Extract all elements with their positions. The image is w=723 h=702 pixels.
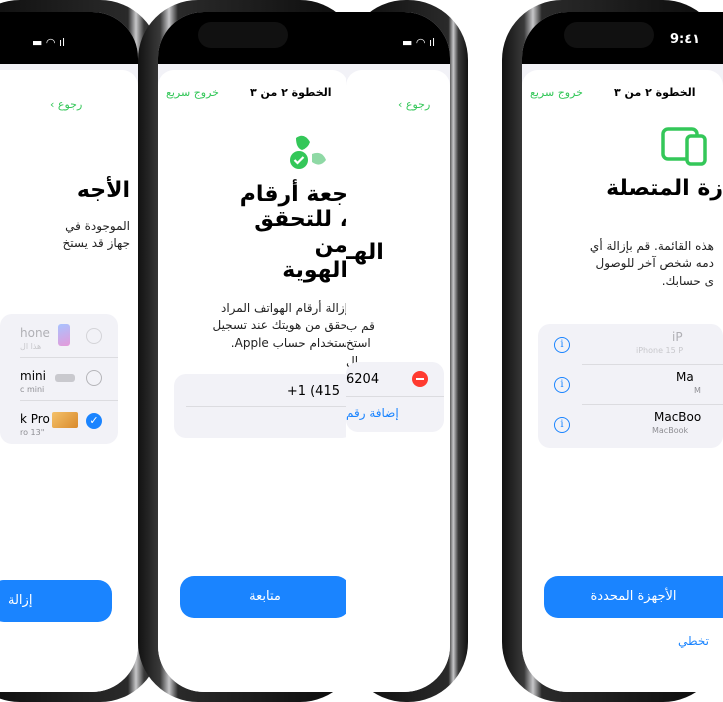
page-description: هذه القائمة. قم بإزالة أي دمه شخص آخر لل…: [589, 239, 714, 288]
info-icon[interactable]: i: [554, 377, 570, 393]
step-indicator: الخطوة ٢ من ٣: [614, 86, 696, 99]
status-time: 9:٤١: [670, 32, 701, 47]
phone-3-screen: ▬ ◠ ıl ‹ رجوع الهـ قم ب استخ ال 6204 إضا…: [346, 12, 450, 692]
device-checkbox[interactable]: [86, 370, 102, 386]
step-indicator: الخطوة ٢ من ٣: [250, 86, 332, 99]
page-title: الأجه: [76, 178, 130, 203]
add-number-link[interactable]: إضافة رقم: [346, 406, 399, 420]
phone-check-icon: [286, 132, 330, 172]
device-checkbox[interactable]: [86, 328, 102, 344]
device-subtitle: هذا ال: [20, 342, 42, 351]
phone-number: 6204: [346, 372, 380, 387]
status-bar: [158, 12, 348, 64]
delete-number-icon[interactable]: [412, 371, 428, 387]
wifi-signal-icon: ▬ ◠ ıl: [402, 36, 436, 49]
remove-button[interactable]: إزالة: [0, 580, 112, 622]
sheet: خروج سريع الخطوة ٢ من ٣ زة المتصلة هذه ا…: [522, 70, 723, 692]
phone-4-screen: 9:٤١ خروج سريع الخطوة ٢ من ٣ زة المتصلة …: [522, 12, 723, 692]
page-title: الهـ: [346, 240, 384, 265]
iphone-icon: [58, 324, 70, 346]
phone-number: +1 (415: [286, 384, 340, 399]
device-subtitle: MacBook: [652, 426, 689, 435]
dynamic-island: [198, 22, 288, 48]
phone-left-screen: ▬ ◠ ıl ‹ رجوع الأجه الموجودة في جهاز قد …: [0, 12, 138, 692]
back-link[interactable]: ‹ رجوع: [50, 98, 82, 111]
sheet: خروج سريع الخطوة ٢ من ٣ جعة أرقام ، للتح…: [158, 70, 348, 692]
sheet: ‹ رجوع الهـ قم ب استخ ال 6204 إضافة رقم: [346, 70, 450, 692]
phone-number-list: 6204 إضافة رقم: [346, 362, 444, 432]
device-subtitle: M: [694, 386, 701, 395]
macbook-icon: [52, 412, 78, 428]
status-bar: 9:٤١: [522, 12, 723, 64]
dynamic-island: [564, 22, 654, 48]
device-name: Ma: [676, 370, 694, 384]
status-bar: ▬ ◠ ıl: [0, 12, 138, 64]
quick-exit-link[interactable]: خروج سريع: [166, 86, 219, 99]
skip-link[interactable]: تخطي: [678, 634, 709, 648]
phone-left: ▬ ◠ ıl ‹ رجوع الأجه الموجودة في جهاز قد …: [0, 0, 160, 702]
remove-selected-devices-button[interactable]: الأجهزة المحددة: [544, 576, 723, 618]
device-subtitle: ro 13": [20, 428, 45, 437]
page-title: جعة أرقام ، للتحقق من الهوية: [239, 182, 348, 283]
device-name: k Pro: [20, 412, 50, 426]
mac-mini-icon: [55, 374, 75, 382]
devices-icon: [660, 126, 710, 166]
sheet: ‹ رجوع الأجه الموجودة في جهاز قد يستخ ho…: [0, 70, 138, 692]
wifi-signal-icon: ▬ ◠ ıl: [32, 36, 66, 49]
device-name: hone: [20, 326, 50, 340]
continue-button[interactable]: متابعة: [180, 576, 348, 618]
device-list: i iP iPhone 15 P Ma M MacBoo MacBook i i: [538, 324, 723, 448]
phone-3: ▬ ◠ ıl ‹ رجوع الهـ قم ب استخ ال 6204 إضا…: [346, 0, 468, 702]
info-icon[interactable]: i: [554, 417, 570, 433]
device-subtitle: iPhone 15 P: [636, 346, 684, 355]
page-title: زة المتصلة: [606, 176, 723, 201]
device-list: hone هذا ال mini c mini k Pro ro 13" ✓: [0, 314, 118, 444]
device-name: iP: [672, 330, 683, 344]
page-description: الموجودة في جهاز قد يستخ: [62, 219, 130, 251]
device-checkbox[interactable]: ✓: [86, 413, 102, 429]
back-link[interactable]: ‹ رجوع: [398, 98, 430, 111]
device-name: MacBoo: [654, 410, 702, 424]
phone-2-screen: خروج سريع الخطوة ٢ من ٣ جعة أرقام ، للتح…: [158, 12, 348, 692]
quick-exit-link[interactable]: خروج سريع: [530, 86, 583, 99]
status-bar: ▬ ◠ ıl: [346, 12, 450, 64]
phone-2: خروج سريع الخطوة ٢ من ٣ جعة أرقام ، للتح…: [138, 0, 360, 702]
page-description: إزالة أرقام الهواتف المراد حقق من هويتك …: [212, 301, 349, 350]
phone-number-list: +1 (415: [174, 374, 348, 438]
info-icon[interactable]: i: [554, 337, 570, 353]
phone-4: 9:٤١ خروج سريع الخطوة ٢ من ٣ زة المتصلة …: [502, 0, 723, 702]
device-name: mini: [20, 369, 46, 383]
device-subtitle: c mini: [20, 385, 45, 394]
